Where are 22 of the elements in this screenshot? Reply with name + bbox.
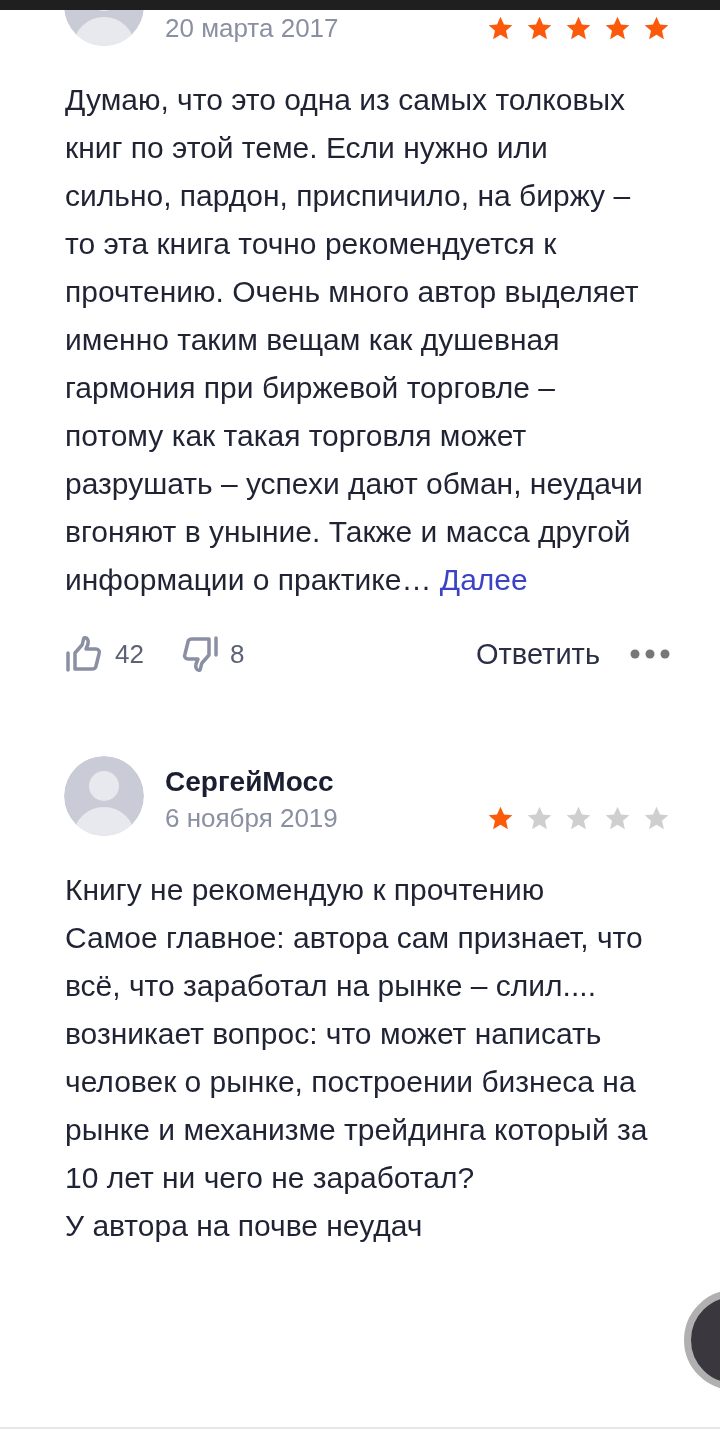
reply-button[interactable]: Ответить [476, 637, 600, 671]
more-button[interactable] [630, 648, 670, 660]
dislike-button[interactable]: 8 [179, 634, 245, 674]
star-icon [604, 14, 631, 42]
like-button[interactable]: 42 [65, 634, 144, 674]
star-icon [565, 14, 592, 42]
star-icon [526, 804, 553, 832]
star-icon [487, 14, 514, 42]
more-link[interactable]: Далее [439, 563, 528, 596]
avatar-icon [64, 756, 144, 836]
star-icon [643, 804, 670, 832]
review-date: 20 марта 2017 [165, 12, 339, 45]
review-text: Думаю, что это одна из самых толковых книг по этой теме. Если нужно или сильно, пардон, приспичило, на биржу – то эта книга точно рекомендуется к прочтению. Очень много автор выделяет именно таким вещам как душевная гармония при биржевой торговле – потому как такая торговля может разрушать – успехи дают обман, неудачи вгоняют в уныние. Также и масса другой информации о практике… Далее [65, 82, 644, 598]
star-icon [487, 804, 514, 832]
star-icon [526, 14, 553, 42]
review-text: Книгу не рекомендую к прочтению Самое главное: автора сам признает, что всё, что заработал на рынке – слил.... возникает вопрос: что может написать человек о рынке, построении бизнеса на рынке и механизме трейдинга который за 10 лет ни чего не заработал? У автора на почве неудач [65, 872, 649, 1244]
more-icon [630, 648, 670, 660]
author-name[interactable]: СергейМосс [165, 764, 655, 800]
star-icon [565, 804, 592, 832]
review-date: 6 ноября 2019 [165, 802, 338, 835]
star-icon [604, 804, 631, 832]
star-icon [643, 14, 670, 42]
